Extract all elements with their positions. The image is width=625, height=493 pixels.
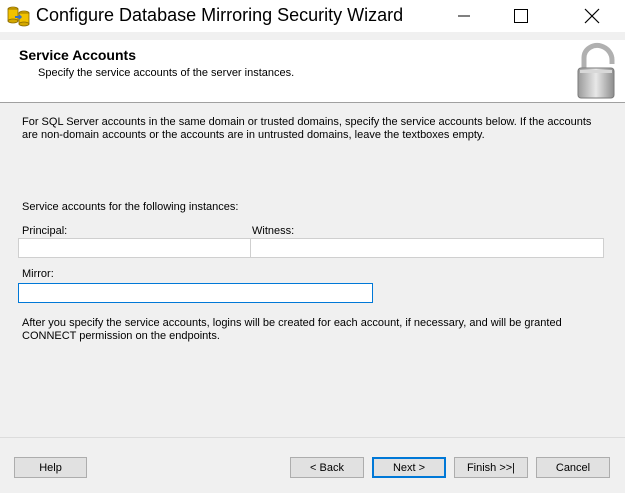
footer-divider: [0, 437, 625, 438]
maximize-icon: [514, 9, 528, 23]
padlock-icon: [572, 42, 622, 100]
close-button[interactable]: [569, 0, 615, 32]
mirror-label: Mirror:: [22, 268, 54, 280]
minimize-icon: [458, 10, 470, 22]
principal-account-field[interactable]: [18, 238, 250, 258]
description-text: For SQL Server accounts in the same doma…: [22, 116, 592, 141]
witness-account-field[interactable]: [250, 238, 604, 258]
principal-label: Principal:: [22, 225, 68, 237]
logins-note-text: After you specify the service accounts, …: [22, 317, 562, 342]
page-title: Service Accounts: [19, 47, 136, 63]
wizard-header: Service Accounts Specify the service acc…: [0, 40, 625, 103]
witness-label: Witness:: [252, 225, 295, 237]
page-subtitle: Specify the service accounts of the serv…: [38, 67, 295, 79]
finish-button[interactable]: Finish >>|: [454, 457, 528, 478]
next-button[interactable]: Next >: [372, 457, 446, 478]
help-button[interactable]: Help: [14, 457, 87, 478]
maximize-button[interactable]: [498, 0, 544, 32]
instances-label: Service accounts for the following insta…: [22, 201, 239, 213]
minimize-button[interactable]: [441, 0, 487, 32]
close-icon: [584, 8, 600, 24]
cancel-button[interactable]: Cancel: [536, 457, 610, 478]
back-button[interactable]: < Back: [290, 457, 364, 478]
mirror-account-input[interactable]: [18, 283, 373, 303]
database-wizard-icon: [6, 4, 32, 28]
window-title: Configure Database Mirroring Security Wi…: [36, 5, 404, 25]
title-bar: Configure Database Mirroring Security Wi…: [0, 0, 625, 32]
